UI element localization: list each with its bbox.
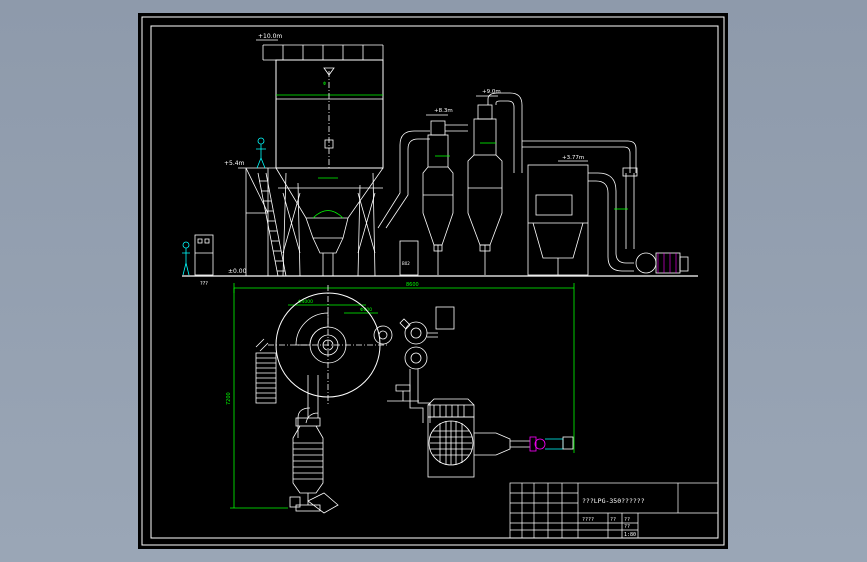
ground-note: ??? bbox=[200, 281, 208, 287]
stair bbox=[257, 172, 287, 277]
stair-plan bbox=[255, 338, 277, 404]
drawing-sheet: +10.0m Φ +5.4m ±0.00 ??? B02 +8.3m +9.0m… bbox=[138, 13, 728, 549]
ground-figure bbox=[182, 241, 190, 276]
elevation-duct-label: +3.77m bbox=[562, 155, 584, 161]
plan-width-dim: 8600 bbox=[406, 282, 419, 288]
bag-filter: +3.77m bbox=[527, 155, 589, 276]
chamber-cone bbox=[275, 167, 384, 239]
exhaust-fan bbox=[635, 252, 689, 274]
cad-drawing: +10.0m Φ +5.4m ±0.00 ??? B02 +8.3m +9.0m… bbox=[141, 16, 725, 546]
cyclone-plans bbox=[387, 306, 455, 402]
drawing-title: ???LPG-350?????? bbox=[582, 497, 645, 505]
platform-frame bbox=[245, 167, 269, 276]
plan-view: 8600 7200 Φ4000 Φ800 bbox=[226, 282, 575, 514]
elevation-cyclone1-label: +8.3m bbox=[434, 108, 453, 114]
title-row-label-3: ?? bbox=[624, 517, 630, 523]
title-row-label-1: ???? bbox=[582, 517, 594, 523]
duct-chamber-cyclone bbox=[377, 130, 430, 229]
elevation-top-label: +10.0m bbox=[258, 33, 282, 40]
chamber-plan bbox=[268, 285, 393, 405]
duct-top bbox=[487, 92, 523, 173]
cyclone-2: +9.0m bbox=[467, 89, 503, 275]
inner-border bbox=[150, 25, 719, 539]
duct-exhaust bbox=[588, 172, 634, 272]
title-row-label-4: ?? bbox=[624, 524, 630, 530]
plan-depth-dim: 7200 bbox=[226, 392, 232, 405]
plan-duct-heater bbox=[409, 369, 431, 423]
heater-plan bbox=[427, 398, 574, 478]
title-row-label-2: ?? bbox=[610, 517, 616, 523]
heater-label: B02 bbox=[402, 261, 410, 266]
plan-chamber-dim: Φ4000 bbox=[298, 299, 313, 305]
drying-chamber bbox=[275, 59, 384, 169]
svg-text:Φ: Φ bbox=[323, 81, 326, 86]
plan-dimensions bbox=[230, 283, 575, 509]
drawing-scale: 1:80 bbox=[624, 532, 636, 538]
cyclone-1: +8.3m bbox=[422, 108, 454, 275]
plan-filter-left bbox=[289, 417, 339, 514]
support-legs bbox=[282, 172, 376, 277]
title-block bbox=[509, 482, 719, 539]
elevation-view: +10.0m Φ +5.4m ±0.00 ??? B02 +8.3m +9.0m… bbox=[182, 33, 698, 287]
elevation-operator-label: +5.4m bbox=[224, 160, 245, 167]
operator-figure bbox=[256, 137, 266, 169]
heater-box bbox=[399, 240, 419, 276]
elevation-ground-label: ±0.00 bbox=[228, 268, 247, 275]
outer-border bbox=[141, 16, 725, 546]
plan-duct-down bbox=[297, 375, 319, 438]
